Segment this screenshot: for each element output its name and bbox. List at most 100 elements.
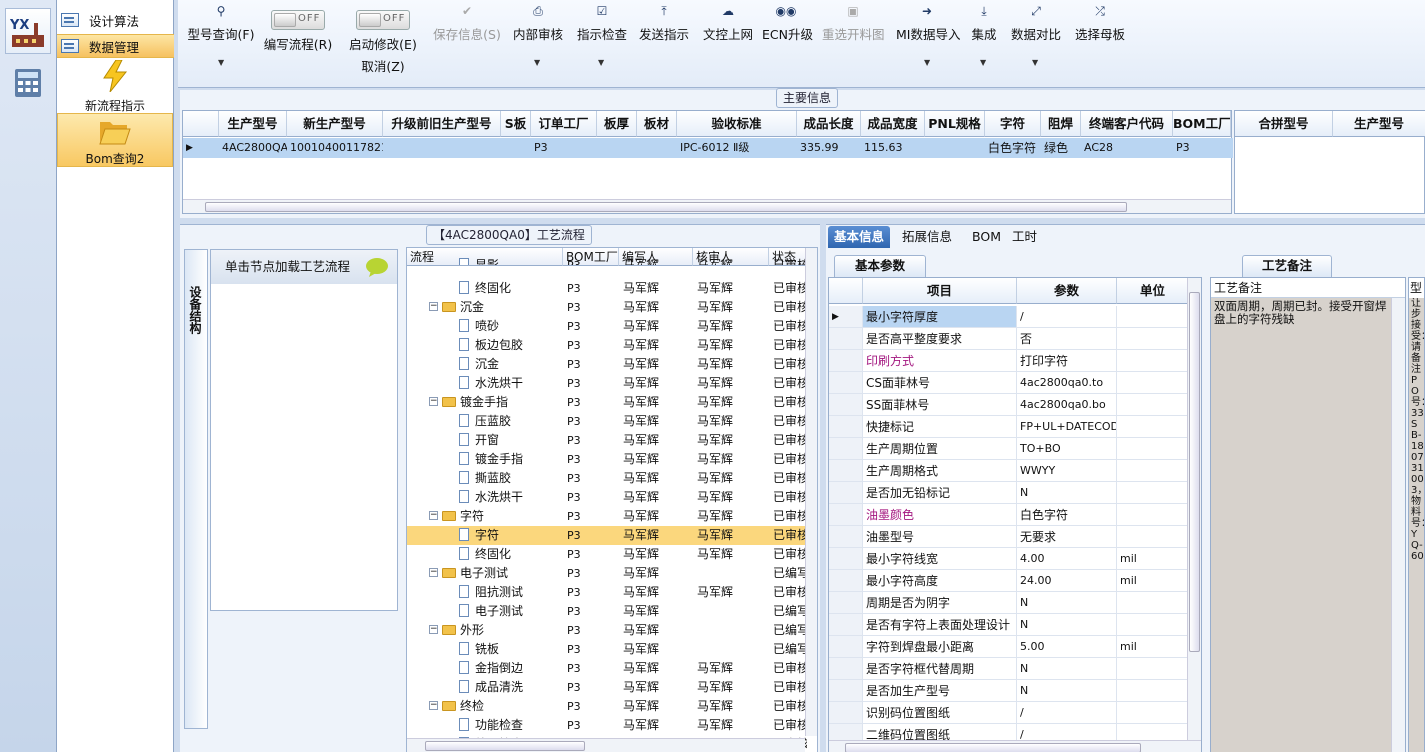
tree-row[interactable]: 水洗烘干 P3 马军辉 马军辉 已审核	[407, 374, 807, 393]
param-value[interactable]: /	[1017, 306, 1117, 328]
reselect-cut-button[interactable]: ▣ 重选开料图	[822, 4, 885, 43]
start-modify-toggle[interactable]: OFF 启动修改(E) 取消(Z)	[346, 4, 420, 75]
tree-row[interactable]: 终固化 P3 马军辉 马军辉 已审核	[407, 545, 807, 564]
send-instruction-button[interactable]: ⤒ 发送指示	[638, 4, 690, 43]
tree-row[interactable]: 开窗 P3 马军辉 马军辉 已审核	[407, 431, 807, 450]
param-row[interactable]: 生产周期位置 TO+BO	[829, 438, 1189, 460]
toggle-switch[interactable]: OFF	[271, 10, 325, 30]
column-header[interactable]: 合拼型号	[1235, 111, 1333, 137]
model-query-button[interactable]: ⚲ 型号查询(F)	[186, 4, 256, 43]
column-header[interactable]: 终端客户代码	[1081, 111, 1173, 137]
tree-row[interactable]: − 电子测试 P3 马军辉 已编写	[407, 564, 807, 583]
param-value[interactable]: /	[1017, 702, 1117, 724]
param-row[interactable]: 是否字符框代替周期 N	[829, 658, 1189, 680]
param-value[interactable]: N	[1017, 658, 1117, 680]
param-row[interactable]: CS面菲林号 4ac2800qa0.to	[829, 372, 1189, 394]
table-cell[interactable]	[637, 138, 677, 158]
param-row[interactable]: 字符到焊盘最小距离 5.00 mil	[829, 636, 1189, 658]
param-value[interactable]: 白色字符	[1017, 504, 1117, 526]
column-header[interactable]: 验收标准	[677, 111, 797, 137]
param-row[interactable]: 最小字符线宽 4.00 mil	[829, 548, 1189, 570]
param-value[interactable]: TO+BO	[1017, 438, 1117, 460]
tree-row[interactable]: − 终检 P3 马军辉 马军辉 已审核	[407, 697, 807, 716]
tree-row[interactable]: 铣板 P3 马军辉 已编写	[407, 640, 807, 659]
param-value[interactable]: N	[1017, 482, 1117, 504]
column-header[interactable]: 升级前旧生产型号	[383, 111, 501, 137]
save-info-button[interactable]: ✔ 保存信息(S)	[430, 4, 504, 43]
column-header[interactable]: 字符	[985, 111, 1041, 137]
param-row[interactable]: 是否高平整度要求否	[829, 328, 1189, 350]
tree-row[interactable]: 板边包胶 P3 马军辉 马军辉 已审核	[407, 336, 807, 355]
tree-row[interactable]: 喷砂 P3 马军辉 马军辉 已审核	[407, 317, 807, 336]
horizontal-scrollbar[interactable]	[829, 740, 1201, 752]
param-value[interactable]: N	[1017, 680, 1117, 702]
factory-logo[interactable]: YX	[5, 8, 51, 54]
chevron-down-icon[interactable]: ▼	[598, 58, 604, 67]
param-value[interactable]: 无要求	[1017, 526, 1117, 548]
column-header[interactable]: 阻焊	[1041, 111, 1081, 137]
table-cell[interactable]: P3	[1173, 138, 1231, 158]
table-cell[interactable]: 白色字符	[985, 138, 1041, 158]
ecn-upgrade-button[interactable]: ◉◉ ECN升级	[762, 4, 813, 43]
table-cell[interactable]: IPC-6012 Ⅱ级	[677, 138, 797, 158]
tree-row[interactable]: − 外形 P3 马军辉 已编写	[407, 621, 807, 640]
param-row[interactable]: 是否有字符上表面处理设计 N	[829, 614, 1189, 636]
column-header[interactable]: 生产型号	[219, 111, 287, 137]
table-cell[interactable]: 绿色	[1041, 138, 1081, 158]
column-header[interactable]: 新生产型号	[287, 111, 383, 137]
tree-row[interactable]: 字符 P3 马军辉 马军辉 已审核	[407, 526, 807, 545]
tree-row[interactable]: 功能检查 P3 马军辉 马军辉 已审核	[407, 716, 807, 735]
param-row[interactable]: 油墨颜色 白色字符	[829, 504, 1189, 526]
vertical-scrollbar[interactable]	[805, 248, 817, 736]
table-cell[interactable]	[383, 138, 501, 158]
select-motherboard-button[interactable]: ⤮ 选择母板	[1074, 4, 1126, 43]
param-value[interactable]: 4.00	[1017, 548, 1117, 570]
param-value[interactable]: N	[1017, 592, 1117, 614]
nav-item-data-management[interactable]: 数据管理	[57, 34, 174, 58]
param-value[interactable]: 4ac2800qa0.bo	[1017, 394, 1117, 416]
param-value[interactable]: FP+UL+DATECODE	[1017, 416, 1117, 438]
tree-row[interactable]: − 镀金手指 P3 马军辉 马军辉 已审核	[407, 393, 807, 412]
param-row[interactable]: 快捷标记 FP+UL+DATECODE	[829, 416, 1189, 438]
tree-row[interactable]: 成品清洗 P3 马军辉 马军辉 已审核	[407, 678, 807, 697]
column-header[interactable]: 订单工厂	[531, 111, 597, 137]
tree-row[interactable]: 撕蓝胶 P3 马军辉 马军辉 已审核	[407, 469, 807, 488]
column-header[interactable]: 生产型号	[1333, 111, 1425, 137]
column-header[interactable]: PNL规格	[925, 111, 985, 137]
collapse-icon[interactable]: −	[429, 701, 438, 710]
tab-work-hours[interactable]: 工时	[1006, 226, 1043, 248]
tree-row[interactable]: 沉金 P3 马军辉 马军辉 已审核	[407, 355, 807, 374]
collapse-icon[interactable]: −	[429, 511, 438, 520]
calculator-icon[interactable]	[5, 60, 51, 106]
param-row[interactable]: SS面菲林号 4ac2800qa0.bo	[829, 394, 1189, 416]
internal-review-button[interactable]: ⎙ 内部审核	[512, 4, 564, 43]
tab-basic-info[interactable]: 基本信息	[828, 226, 891, 248]
vertical-scrollbar[interactable]	[1391, 298, 1405, 752]
param-value[interactable]: 否	[1017, 328, 1117, 350]
table-cell[interactable]	[597, 138, 637, 158]
tree-row[interactable]: 水洗烘干 P3 马军辉 马军辉 已审核	[407, 488, 807, 507]
table-cell[interactable]: AC28	[1081, 138, 1173, 158]
horizontal-scrollbar[interactable]	[183, 199, 1231, 213]
data-compare-button[interactable]: ⤢ 数据对比	[1010, 4, 1062, 43]
collapse-icon[interactable]: −	[429, 302, 438, 311]
param-value[interactable]: WWYY	[1017, 460, 1117, 482]
table-cell[interactable]: 115.63	[861, 138, 925, 158]
table-cell[interactable]	[501, 138, 531, 158]
nav-item-design-algorithm[interactable]: 设计算法	[57, 8, 174, 32]
bom-query2-button[interactable]: Bom查询2	[57, 113, 173, 167]
param-row[interactable]: 周期是否为阴字 N	[829, 592, 1189, 614]
collapse-icon[interactable]: −	[429, 397, 438, 406]
param-row[interactable]: 是否加无铅标记 N	[829, 482, 1189, 504]
column-header[interactable]: 板厚	[597, 111, 637, 137]
remark2-text[interactable]: 让步接受：请备注PO号：33SB-18073100 3，物料号：YQ-60	[1409, 298, 1424, 752]
device-structure-tab[interactable]: 设备结构	[184, 249, 208, 729]
column-header[interactable]: 板材	[637, 111, 677, 137]
tree-row[interactable]: − 沉金 P3 马军辉 马军辉 已审核	[407, 298, 807, 317]
write-process-toggle[interactable]: OFF 编写流程(R)	[262, 4, 334, 53]
param-value[interactable]: 24.00	[1017, 570, 1117, 592]
param-row[interactable]: 印刷方式 打印字符	[829, 350, 1189, 372]
collapse-icon[interactable]: −	[429, 568, 438, 577]
table-cell[interactable]: 4AC2800QA0	[219, 138, 287, 158]
horizontal-scrollbar[interactable]	[407, 738, 805, 752]
